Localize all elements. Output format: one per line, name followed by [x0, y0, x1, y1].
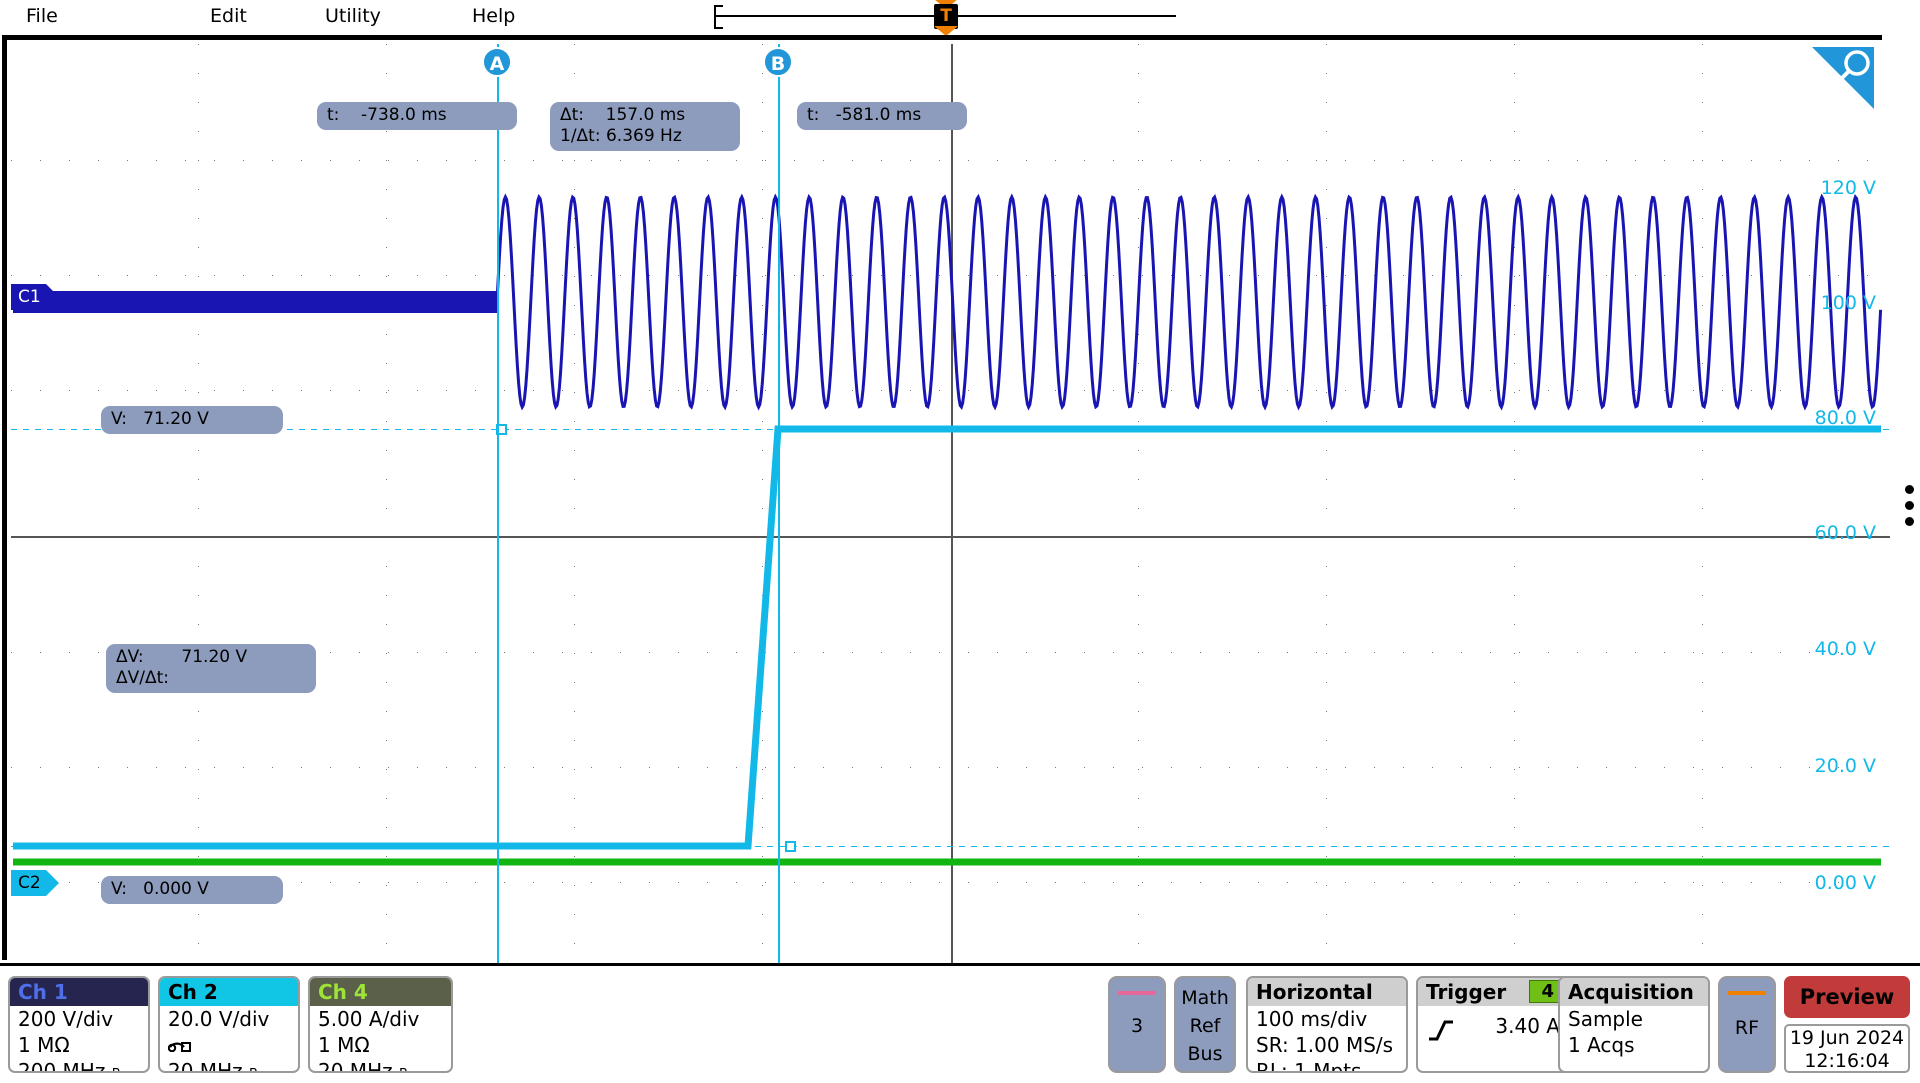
overflow-menu-icon[interactable] — [1905, 485, 1914, 533]
axis-label-80v: 80.0 V — [1814, 407, 1876, 429]
menu-item-edit[interactable]: Edit — [210, 3, 247, 29]
cursor-a-voltage-readout: V: 71.20 V — [101, 406, 283, 434]
channel-card-ch4[interactable]: Ch 4 5.00 A/div 1 MΩ 20 MHz BW — [308, 976, 453, 1073]
channel-card-ch1[interactable]: Ch 1 200 V/div 1 MΩ 200 MHz BW — [8, 976, 150, 1073]
channel-card-ch2[interactable]: Ch 2 20.0 V/div 20 MHz BW — [158, 976, 300, 1073]
axis-label-60v: 60.0 V — [1814, 522, 1876, 544]
channel-card-ch2-probe-icon — [160, 1032, 298, 1058]
cursor-a-time-readout: t: -738.0 ms — [317, 102, 517, 130]
acquisition-count: 1 Acqs — [1568, 1033, 1635, 1057]
acquisition-mode: Sample — [1568, 1007, 1643, 1031]
axis-label-20v: 20.0 V — [1814, 755, 1876, 777]
menu-item-utility[interactable]: Utility — [325, 3, 381, 29]
channel-card-ch4-scale: 5.00 A/div — [318, 1007, 420, 1031]
menu-item-file[interactable]: File — [26, 3, 58, 29]
channel-marker-c1-label: C1 — [18, 287, 41, 307]
bandwidth-icon: BW — [249, 1067, 268, 1071]
rf-button-label: RF — [1734, 1017, 1760, 1039]
voltage-cursor-b[interactable] — [11, 846, 1890, 847]
axis-label-120v: 120 V — [1820, 177, 1876, 199]
time-text: 12:16:04 — [1804, 1050, 1890, 1072]
channel-button-3-label: 3 — [1130, 1015, 1144, 1037]
channel-marker-c2-label: C2 — [18, 873, 41, 893]
time-cursor-a[interactable] — [497, 44, 499, 967]
horizontal-card[interactable]: Horizontal 100 ms/div SR: 1.00 MS/s RL: … — [1246, 976, 1408, 1073]
channel-card-ch4-header: Ch 4 — [310, 978, 451, 1006]
axis-label-0v: 0.00 V — [1814, 872, 1876, 894]
waveform-display[interactable]: A B t: -738.0 ms Δt: 157.0 ms 1/Δt: 6.36… — [0, 33, 1920, 967]
bandwidth-icon: BW — [399, 1067, 418, 1071]
rf-color-swatch — [1728, 991, 1766, 995]
trigger-card-title: Trigger — [1426, 980, 1507, 1004]
channel-card-ch1-scale: 200 V/div — [18, 1007, 114, 1031]
delta-t-value: Δt: 157.0 ms — [560, 105, 686, 125]
channel-card-ch1-coupling: 1 MΩ — [18, 1033, 70, 1057]
rf-button[interactable]: RF — [1718, 976, 1776, 1073]
cursor-b-time-readout: t: -581.0 ms — [797, 102, 967, 130]
channel-card-ch4-bandwidth: 20 MHz BW — [310, 1058, 451, 1073]
math-label: Math — [1181, 987, 1229, 1009]
date-text: 19 Jun 2024 — [1789, 1027, 1905, 1049]
horizontal-sample-rate: SR: 1.00 MS/s — [1256, 1033, 1394, 1057]
probe-icon — [167, 1042, 191, 1053]
channel-card-ch2-header: Ch 2 — [160, 978, 298, 1006]
zoom-magnifier-icon[interactable] — [1810, 45, 1876, 111]
trigger-level: 3.40 A — [1495, 1014, 1560, 1038]
menu-bar: File Edit Utility Help T — [0, 0, 1920, 36]
channel-card-ch1-header: Ch 1 — [10, 978, 148, 1006]
one-over-delta-t-value: 1/Δt: 6.369 Hz — [560, 126, 682, 146]
channel-marker-c1-tip-icon — [46, 284, 59, 310]
ch2-bw-text: 20 MHz — [168, 1059, 243, 1073]
voltage-cursor-b-handle[interactable] — [785, 841, 796, 852]
channel-marker-c1[interactable]: C1 — [11, 284, 59, 310]
horizontal-scale: 100 ms/div — [1256, 1007, 1368, 1031]
waveform-traces — [13, 193, 1883, 866]
menu-item-help[interactable]: Help — [472, 3, 515, 29]
axis-label-40v: 40.0 V — [1814, 638, 1876, 660]
cursor-delta-readout: Δt: 157.0 ms 1/Δt: 6.369 Hz — [550, 102, 740, 151]
rising-edge-icon — [1429, 1020, 1453, 1041]
cursor-delta-voltage-readout: ΔV: 71.20 V ΔV/Δt: — [106, 644, 316, 693]
channel-card-ch1-bandwidth: 200 MHz BW — [10, 1058, 148, 1073]
bandwidth-icon: BW — [112, 1067, 131, 1071]
ref-label: Ref — [1189, 1015, 1221, 1037]
channel-button-3[interactable]: 3 — [1108, 976, 1166, 1073]
time-cursor-b[interactable] — [778, 44, 780, 967]
channel-card-ch2-bandwidth: 20 MHz BW — [160, 1058, 298, 1073]
axis-label-100v: 100 V — [1820, 292, 1876, 314]
math-ref-bus-button[interactable]: Math Ref Bus — [1174, 976, 1236, 1073]
trigger-detail: 3.40 A — [1418, 1006, 1572, 1071]
channel-marker-c2[interactable]: C2 — [11, 870, 59, 896]
channel-card-ch4-coupling: 1 MΩ — [318, 1033, 370, 1057]
acquisition-card[interactable]: Acquisition Sample 1 Acqs — [1558, 976, 1710, 1073]
horizontal-record-length: RL: 1 Mpts — [1256, 1059, 1362, 1073]
channel-3-color-swatch — [1118, 991, 1156, 995]
horizontal-card-title: Horizontal — [1248, 978, 1406, 1006]
channel-marker-c2-tip-icon — [46, 870, 59, 896]
trigger-card-title-row: Trigger 4 — [1418, 978, 1572, 1006]
voltage-cursor-a[interactable] — [11, 429, 1890, 430]
delta-v-over-delta-t-value: ΔV/Δt: — [116, 668, 170, 688]
cursor-b-voltage-readout: V: 0.000 V — [101, 876, 283, 904]
ch1-bw-text: 200 MHz — [18, 1059, 106, 1073]
preview-button[interactable]: Preview — [1784, 976, 1910, 1018]
bus-label: Bus — [1187, 1043, 1223, 1065]
channel-card-ch2-scale: 20.0 V/div — [168, 1007, 270, 1031]
time-cursor-b-badge[interactable]: B — [763, 47, 793, 77]
trigger-card[interactable]: Trigger 4 3.40 A — [1416, 976, 1574, 1073]
ch4-bw-text: 20 MHz — [318, 1059, 393, 1073]
acquisition-card-title: Acquisition — [1560, 978, 1708, 1006]
graticule: A B t: -738.0 ms Δt: 157.0 ms 1/Δt: 6.36… — [2, 35, 1890, 967]
record-start-bracket — [714, 5, 723, 29]
datetime-display: 19 Jun 2024 12:16:04 — [1784, 1024, 1910, 1073]
status-bar: Ch 1 200 V/div 1 MΩ 200 MHz BW Ch 2 20.0… — [0, 963, 1920, 1083]
time-cursor-a-badge[interactable]: A — [482, 47, 512, 77]
delta-v-value: ΔV: 71.20 V — [116, 647, 248, 667]
